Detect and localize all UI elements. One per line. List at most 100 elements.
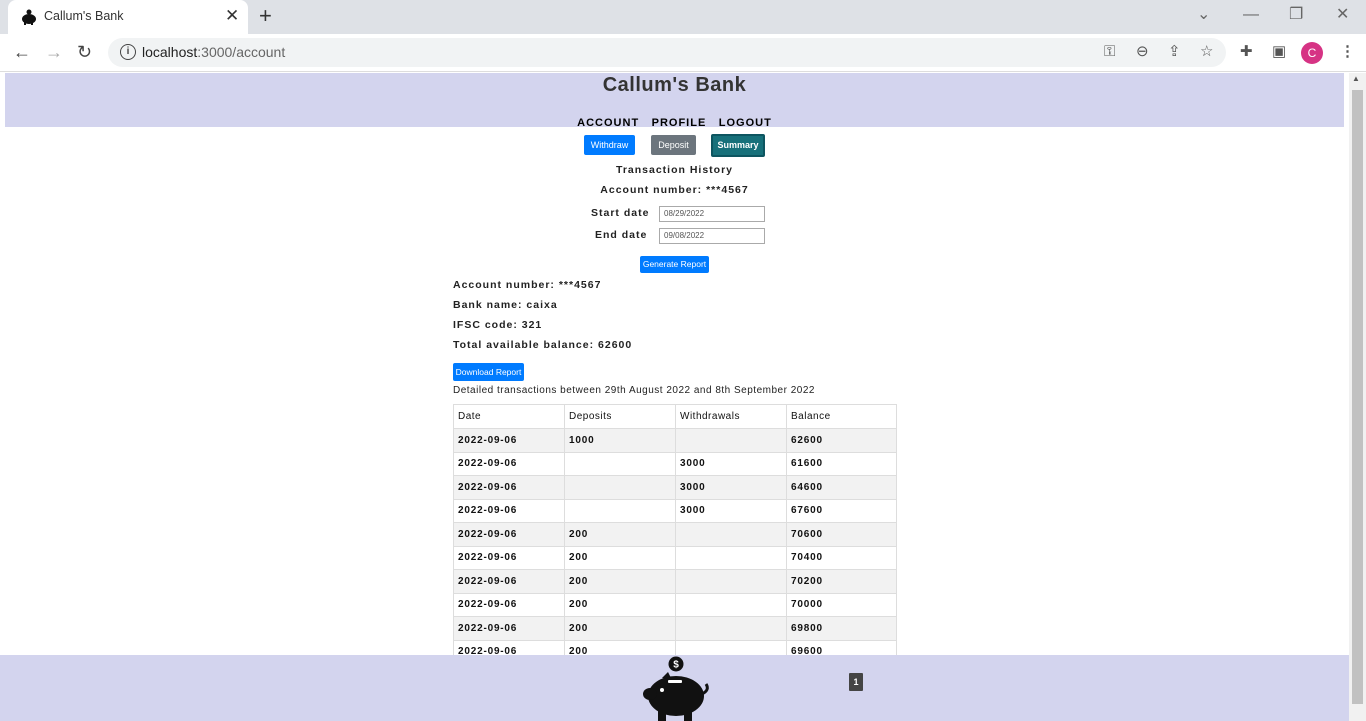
total-balance-info: Total available balance: 62600 [453,339,633,351]
cell-balance: 69800 [786,616,897,641]
cell-withdrawal: 3000 [675,451,787,476]
page-title: Callum's Bank [602,74,747,96]
url-text[interactable]: localhost:3000/account [142,44,285,60]
restore-icon[interactable]: ❐ [1289,5,1303,25]
table-row: 2022-09-06 3000 67600 [453,498,897,523]
download-report-button[interactable]: Download Report [453,363,524,381]
column-header: Withdrawals [675,404,787,429]
bank-name-info: Bank name: caixa [453,299,558,311]
cell-date: 2022-09-06 [453,498,565,523]
cell-withdrawal [675,428,787,453]
coin-symbol: $ [673,660,679,671]
tab-title: Callum's Bank [44,9,124,23]
extensions-icon[interactable]: ✚ [1240,43,1253,61]
withdraw-button[interactable]: Withdraw [584,135,635,155]
detail-caption: Detailed transactions between 29th Augus… [453,385,815,396]
cell-balance: 61600 [786,451,897,476]
transaction-history-heading: Transaction History [615,164,734,176]
cell-date: 2022-09-06 [453,475,565,500]
share-icon[interactable]: ⇪ [1168,44,1181,60]
cell-date: 2022-09-06 [453,428,565,453]
browser-tab[interactable]: Callum's Bank ✕ [8,0,248,34]
piggy-bank-icon [22,9,36,25]
column-header: Deposits [564,404,676,429]
close-tab-icon[interactable]: ✕ [225,6,239,26]
cell-deposit: 200 [564,616,676,641]
column-header: Balance [786,404,897,429]
cell-balance: 70400 [786,545,897,570]
tab-search-icon[interactable]: ⌄ [1197,5,1210,25]
cell-date: 2022-09-06 [453,451,565,476]
side-panel-icon[interactable]: ▣ [1272,43,1286,61]
table-row: 2022-09-06 3000 64600 [453,475,897,500]
cell-withdrawal: 3000 [675,498,787,523]
column-header: Date [453,404,565,429]
piggy-bank-logo-icon: $ [643,656,709,721]
table-row: 2022-09-06 200 70600 [453,522,897,547]
cell-withdrawal [675,522,787,547]
site-info-icon[interactable]: i [120,44,136,60]
cell-date: 2022-09-06 [453,569,565,594]
account-number-info: Account number: ***4567 [453,279,602,291]
scroll-up-arrow-icon[interactable]: ▲ [1352,74,1360,83]
table-row: 2022-09-06 200 69800 [453,616,897,641]
cell-balance: 70000 [786,592,897,617]
generate-report-button[interactable]: Generate Report [640,256,709,273]
cell-withdrawal [675,545,787,570]
profile-avatar[interactable]: C [1301,42,1323,64]
forward-icon[interactable]: → [45,42,63,62]
cell-balance: 62600 [786,428,897,453]
cell-deposit: 200 [564,522,676,547]
nav-logout[interactable]: LOGOUT [719,117,772,129]
menu-kebab-icon[interactable]: ⋮ [1340,43,1355,61]
cell-deposit [564,498,676,523]
cell-deposit [564,475,676,500]
bookmark-star-icon[interactable]: ☆ [1200,44,1213,60]
cell-date: 2022-09-06 [453,522,565,547]
browser-toolbar: ← → ↻ i localhost:3000/account ⚿ ⊖ ⇪ ☆ ✚… [0,34,1366,72]
cell-deposit: 1000 [564,428,676,453]
reload-icon[interactable]: ↻ [77,42,92,62]
zoom-out-icon[interactable]: ⊖ [1136,44,1149,60]
scrollbar-thumb[interactable] [1352,90,1363,704]
key-icon[interactable]: ⚿ [1104,44,1115,60]
cell-balance: 70600 [786,522,897,547]
nav-profile[interactable]: PROFILE [652,117,707,129]
cell-date: 2022-09-06 [453,545,565,570]
address-bar[interactable]: i localhost:3000/account ⚿ ⊖ ⇪ ☆ [108,38,1226,67]
cell-withdrawal [675,616,787,641]
cell-balance: 67600 [786,498,897,523]
summary-button[interactable]: Summary [711,134,765,157]
transactions-table: Date Deposits Withdrawals Balance 2022-0… [453,404,897,664]
cell-withdrawal [675,569,787,594]
cell-deposit [564,451,676,476]
back-icon[interactable]: ← [13,42,31,62]
ifsc-code-info: IFSC code: 321 [453,319,543,331]
page-number-badge[interactable]: 1 [849,673,863,691]
cell-balance: 70200 [786,569,897,594]
url-host: localhost [142,44,198,60]
url-path: :3000/account [197,44,286,60]
table-header-row: Date Deposits Withdrawals Balance [453,404,897,429]
start-date-input[interactable]: 08/29/2022 [659,206,765,222]
minimize-icon[interactable]: — [1243,5,1259,25]
cell-balance: 64600 [786,475,897,500]
table-row: 2022-09-06 1000 62600 [453,428,897,453]
browser-tab-strip: Callum's Bank ✕ + ⌄ — ❐ ✕ [0,0,1366,34]
cell-withdrawal [675,592,787,617]
deposit-button[interactable]: Deposit [651,135,696,155]
cell-date: 2022-09-06 [453,592,565,617]
nav-account[interactable]: ACCOUNT [577,117,639,129]
cell-deposit: 200 [564,569,676,594]
end-date-label: End date [595,229,648,241]
close-window-icon[interactable]: ✕ [1336,5,1349,25]
cell-withdrawal: 3000 [675,475,787,500]
table-row: 2022-09-06 200 70400 [453,545,897,570]
new-tab-icon[interactable]: + [259,4,272,28]
main-nav: ACCOUNT PROFILE LOGOUT [0,113,1349,131]
end-date-input[interactable]: 09/08/2022 [659,228,765,244]
start-date-label: Start date [591,207,650,219]
table-row: 2022-09-06 3000 61600 [453,451,897,476]
page-viewport: Callum's Bank ACCOUNT PROFILE LOGOUT Wit… [0,73,1349,721]
table-row: 2022-09-06 200 70200 [453,569,897,594]
